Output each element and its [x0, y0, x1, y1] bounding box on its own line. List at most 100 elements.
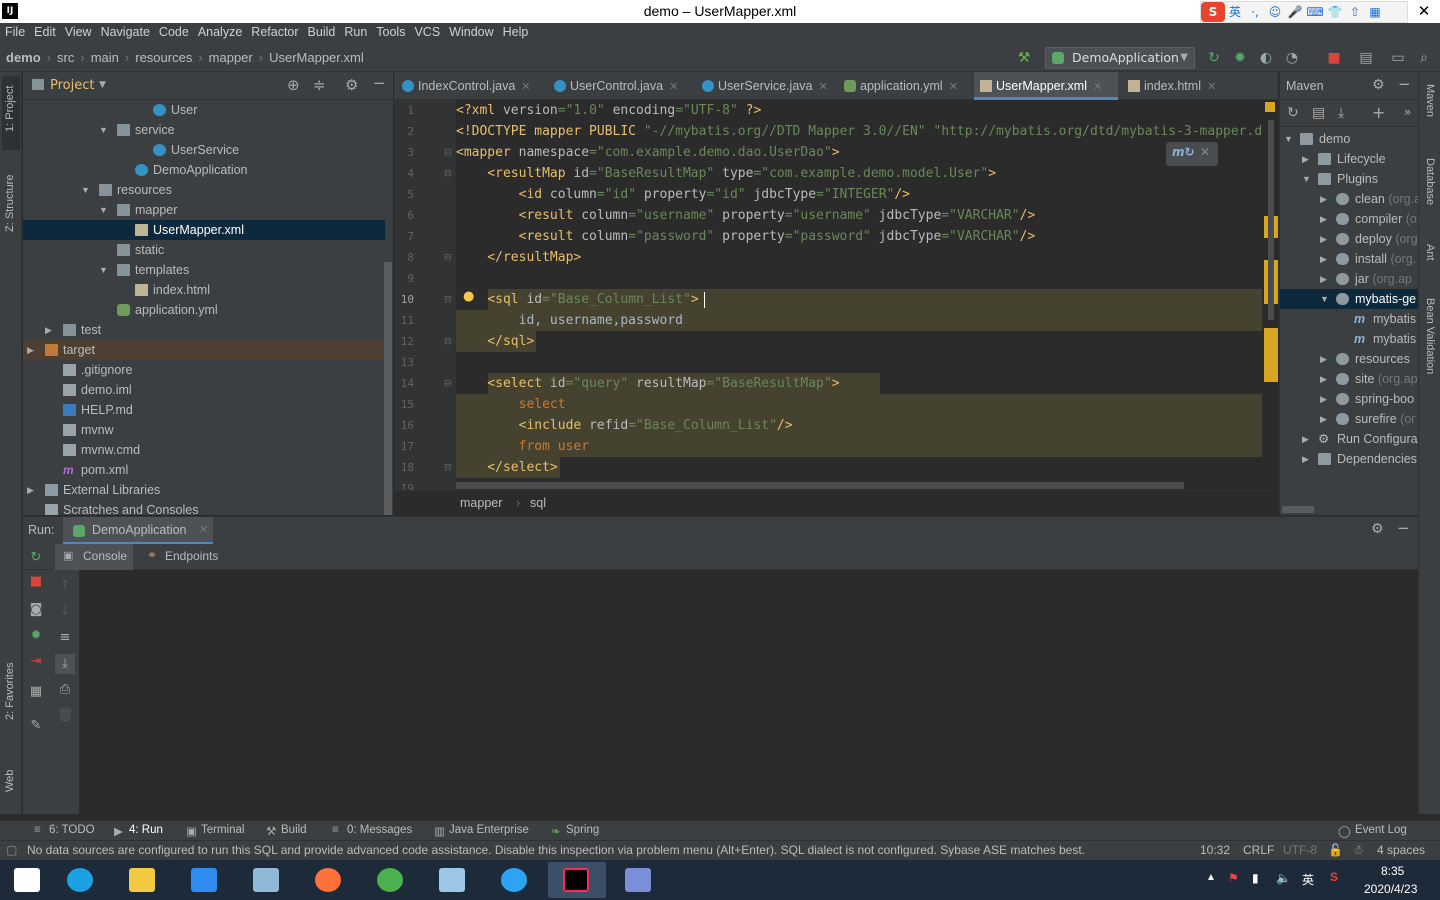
tool-window-run[interactable]: 4: Run — [129, 824, 163, 836]
chevron-down-icon[interactable]: ▼ — [1302, 169, 1311, 189]
code-line[interactable]: id, username,password — [456, 310, 683, 331]
ime-voice-icon[interactable]: 🎤 — [1285, 2, 1305, 22]
ime-emoji-icon[interactable]: ☺ — [1265, 2, 1285, 22]
close-icon[interactable]: ✕ — [669, 81, 678, 93]
project-panel-title[interactable]: Project — [50, 78, 94, 93]
tray-expand-icon[interactable]: ▲ — [1206, 872, 1216, 883]
endpoints-tab[interactable]: ⚭ Endpoints — [143, 544, 233, 570]
debug-bug-icon[interactable]: ✹ — [1232, 50, 1248, 66]
project-tree-item[interactable]: ▼ templates — [23, 260, 385, 280]
menu-navigate[interactable]: Navigate — [96, 23, 154, 39]
close-icon[interactable]: ✕ — [199, 523, 208, 536]
taskbar-chrome-icon[interactable] — [362, 862, 420, 898]
code-line[interactable]: <result column="username" property="user… — [456, 205, 1036, 226]
generate-sources-icon[interactable]: ▤ — [1312, 105, 1325, 121]
taskbar-control-panel-icon[interactable] — [238, 862, 296, 898]
rerun-icon[interactable]: ↻ — [1206, 50, 1222, 66]
chevron-down-icon[interactable]: ▼ — [99, 200, 109, 220]
stop-icon[interactable]: ■ — [26, 572, 46, 592]
close-icon[interactable]: ✕ — [521, 81, 530, 93]
collapse-all-icon[interactable]: ≑ — [313, 76, 326, 94]
exit-icon[interactable]: ⇥ — [26, 652, 46, 672]
hide-icon[interactable]: − — [373, 74, 386, 92]
tool-tab-project[interactable]: 1: Project — [4, 86, 16, 132]
maven-reload-icon[interactable]: m↻ — [1172, 145, 1195, 159]
layout-icon[interactable]: ▦ — [26, 682, 46, 702]
project-tree-item[interactable]: HELP.md — [23, 400, 385, 420]
menu-build[interactable]: Build — [303, 23, 340, 39]
menu-tools[interactable]: Tools — [371, 23, 409, 39]
ime-toolbar[interactable]: S 英 ·, ☺ 🎤 ⌨ 👕 ⇧ ▦ — [1200, 1, 1408, 23]
gear-icon[interactable]: ⚙ — [1372, 77, 1385, 93]
code-line[interactable]: </select> — [456, 457, 557, 478]
tool-tab-ant[interactable]: Ant — [1424, 244, 1436, 261]
camera-icon[interactable]: ◙ — [26, 600, 46, 620]
code-line[interactable]: <?xml version="1.0" encoding="UTF-8" ?> — [456, 100, 761, 121]
debug-icon[interactable]: ✹ — [26, 626, 46, 646]
tool-window-todo[interactable]: 6: TODO — [49, 824, 95, 836]
stop-icon[interactable]: ■ — [1326, 50, 1342, 66]
taskbar-qq-browser-icon[interactable] — [486, 862, 544, 898]
chevron-down-icon[interactable]: ▼ — [99, 80, 106, 90]
lock-icon[interactable]: 🔓 — [1328, 843, 1343, 857]
menu-analyze[interactable]: Analyze — [193, 23, 246, 39]
run-tab[interactable]: DemoApplication ✕ — [63, 517, 213, 545]
print-icon[interactable]: ⎙ — [55, 680, 75, 700]
gear-icon[interactable]: ⚙ — [1371, 521, 1384, 537]
chevron-down-icon[interactable]: ▼ — [1284, 129, 1293, 149]
menu-file[interactable]: File — [0, 23, 29, 39]
menu-view[interactable]: View — [60, 23, 96, 39]
console-tab[interactable]: ▣ Console — [55, 544, 133, 570]
gear-icon[interactable]: ⚙ — [345, 76, 358, 94]
menu-window[interactable]: Window — [444, 23, 497, 39]
maven-tree-item[interactable]: ▶ resources — [1280, 349, 1418, 369]
taskbar-notepad-icon[interactable] — [424, 862, 482, 898]
code-line[interactable]: <sql id="Base_Column_List"> — [456, 289, 698, 310]
breadcrumb-item[interactable]: mapper — [209, 50, 253, 65]
line-separator[interactable]: CRLF — [1243, 843, 1274, 857]
chevron-right-icon[interactable]: ▶ — [1302, 449, 1309, 469]
close-window-button[interactable]: ✕ — [1408, 0, 1440, 23]
soft-wrap-icon[interactable]: ≡ — [55, 628, 75, 648]
chevron-right-icon[interactable]: ▶ — [27, 340, 37, 360]
fold-marker-icon[interactable]: ⊟ — [444, 253, 452, 263]
marker[interactable] — [1264, 328, 1278, 382]
sogou-icon[interactable]: S — [1201, 2, 1225, 22]
menu-run[interactable]: Run — [339, 23, 371, 39]
fold-marker-icon[interactable]: ⊟ — [444, 295, 452, 305]
code-line[interactable]: </resultMap> — [456, 247, 581, 268]
status-toggle-icon[interactable]: ▢ — [6, 843, 17, 857]
maven-tree-item[interactable]: ▶ ⚙ Run Configura — [1280, 429, 1418, 449]
tool-tab-database[interactable]: Database — [1424, 158, 1436, 205]
menu-vcs[interactable]: VCS — [409, 23, 444, 39]
tool-tab-maven[interactable]: Maven — [1424, 84, 1436, 117]
project-tree-item[interactable]: ▶ test — [23, 320, 385, 340]
chevron-down-icon[interactable]: ▼ — [81, 180, 91, 200]
maven-tree-item[interactable]: ▶ surefire (or — [1280, 409, 1418, 429]
maven-tree-item[interactable]: m mybatis — [1280, 329, 1418, 349]
taskbar-firefox-icon[interactable] — [300, 862, 358, 898]
hide-icon[interactable]: − — [1397, 519, 1410, 537]
hide-icon[interactable]: − — [1398, 75, 1411, 93]
code-line[interactable]: <!DOCTYPE mapper PUBLIC "-//mybatis.org/… — [456, 121, 1270, 142]
close-icon[interactable]: ✕ — [949, 81, 958, 93]
tool-window-messages[interactable]: 0: Messages — [347, 824, 412, 836]
rerun-icon[interactable]: ↻ — [26, 548, 46, 568]
fold-marker-icon[interactable]: ⊟ — [444, 337, 452, 347]
project-tree-item[interactable]: index.html — [23, 280, 385, 300]
project-tree-item[interactable]: UserService — [23, 140, 385, 160]
file-encoding[interactable]: UTF-8 — [1283, 843, 1317, 857]
taskbar-dolphin-icon[interactable] — [610, 862, 668, 898]
chevron-down-icon[interactable]: ▼ — [99, 120, 109, 140]
run-configuration-select[interactable]: DemoApplication ▼ — [1045, 47, 1195, 69]
chevron-down-icon[interactable]: ▼ — [1320, 289, 1329, 309]
maven-tree-item[interactable]: ▼ demo — [1280, 129, 1418, 149]
maven-tree-item[interactable]: ▶ Dependencies — [1280, 449, 1418, 469]
project-tree-item[interactable]: ▶ target — [23, 340, 385, 360]
tool-window-terminal[interactable]: Terminal — [201, 824, 244, 836]
project-scrollbar[interactable] — [384, 262, 392, 515]
taskbar-windows-start-icon[interactable] — [2, 862, 48, 898]
menu-code[interactable]: Code — [154, 23, 193, 39]
close-icon[interactable]: ✕ — [818, 81, 827, 93]
taskbar-explorer-icon[interactable] — [114, 862, 172, 898]
